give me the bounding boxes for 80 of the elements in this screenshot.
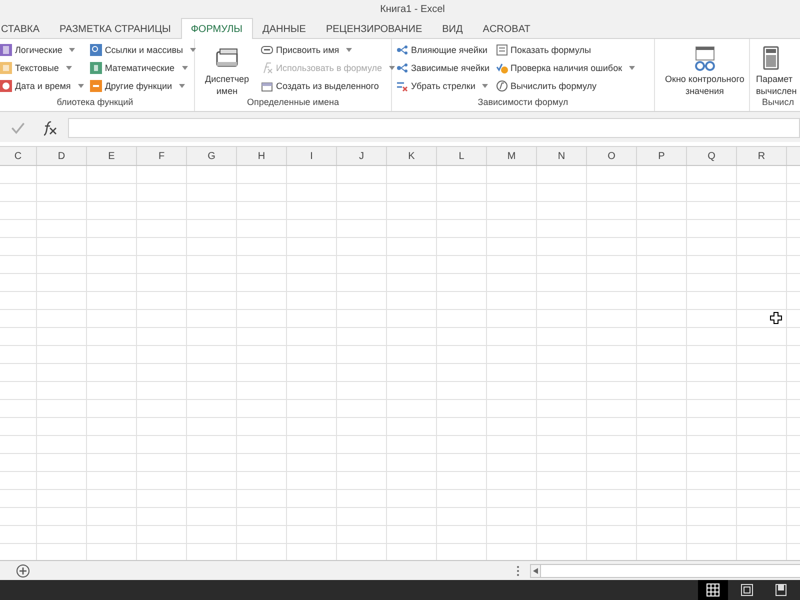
column-header[interactable]: Q (687, 147, 737, 165)
caret-icon (69, 48, 76, 52)
scroll-left-button[interactable] (531, 564, 541, 576)
left-arrow-icon (533, 568, 538, 574)
caret-icon (179, 84, 186, 88)
ribbon-button[interactable]: Убрать стрелки (396, 78, 490, 94)
grid-icon (706, 583, 720, 597)
add-sheet-button[interactable] (16, 564, 30, 578)
cross-cursor-icon (770, 312, 782, 324)
column-header[interactable]: L (437, 147, 487, 165)
ribbon-button[interactable]: Парамет вычислен (756, 42, 800, 97)
ribbon-button[interactable]: Зависимые ячейки (396, 60, 490, 76)
magnifier-icon (90, 44, 102, 56)
ribbon-tab[interactable]: РАЗМЕТКА СТРАНИЦЫ (50, 18, 181, 39)
fx-icon (261, 62, 274, 74)
ribbon-button[interactable]: Создать из выделенного (261, 78, 395, 94)
check-icon (10, 120, 26, 134)
caret-icon (389, 66, 395, 70)
normal-view-button[interactable] (698, 580, 728, 600)
column-header[interactable]: M (487, 147, 537, 165)
group-label: блиотека функций (56, 97, 134, 109)
column-header[interactable]: I (287, 147, 337, 165)
table-icon (261, 80, 274, 92)
caret-icon (629, 66, 636, 70)
formula-input[interactable] (68, 118, 800, 138)
column-header[interactable]: H (237, 147, 287, 165)
column-header[interactable]: K (387, 147, 437, 165)
ribbon-button[interactable]: Логические (0, 42, 84, 58)
column-header[interactable]: O (587, 147, 637, 165)
page-icon (740, 583, 754, 597)
column-header[interactable]: C (0, 147, 37, 165)
column-header[interactable]: G (187, 147, 237, 165)
caret-icon (182, 66, 188, 70)
column-header[interactable]: R (737, 147, 787, 165)
plus-icon (16, 564, 30, 578)
column-header[interactable]: P (637, 147, 687, 165)
ribbon-button[interactable]: Показать формулы (496, 42, 636, 58)
sheet-icon (496, 44, 508, 56)
ribbon-button[interactable]: Ссылки и массивы (90, 42, 196, 58)
error-check-icon (496, 62, 508, 74)
group-label: Зависимости формул (476, 97, 570, 109)
ribbon-tab[interactable]: ФОРМУЛЫ (180, 18, 253, 39)
ribbon-button[interactable]: Диспетчер имен (199, 42, 256, 97)
caret-icon (482, 84, 488, 88)
ribbon-button[interactable]: Проверка наличия ошибок (496, 60, 636, 76)
ribbon-button[interactable]: Математические (90, 60, 196, 76)
column-header[interactable]: N (537, 147, 587, 165)
ribbon-button[interactable]: Присвоить имя (261, 42, 395, 58)
ribbon-button[interactable]: Дата и время (0, 78, 84, 94)
caret-icon (190, 48, 196, 52)
window-title: Книга1 - Excel (379, 4, 445, 14)
trace-icon (396, 62, 408, 74)
math-icon (90, 62, 102, 74)
ribbon-tab[interactable]: ДАННЫЕ (252, 18, 316, 39)
caret-icon (66, 66, 72, 70)
ribbon-tab[interactable]: СТАВКА (0, 18, 50, 39)
group-label: Вычисл (761, 97, 795, 109)
ribbon-button[interactable]: Окно контрольного значения (659, 42, 750, 97)
page-break-icon (774, 583, 788, 597)
trace-icon (396, 44, 408, 56)
group-label: Определенные имена (246, 97, 340, 109)
remove-arrows-icon (396, 80, 408, 92)
ribbon-button[interactable]: Текстовые (0, 60, 84, 76)
ribbon-tab[interactable]: РЕЦЕНЗИРОВАНИЕ (316, 18, 432, 39)
horizontal-scrollbar[interactable] (530, 564, 800, 578)
caret-icon (346, 48, 352, 52)
column-header[interactable]: D (37, 147, 87, 165)
column-header[interactable]: E (87, 147, 137, 165)
splitter-icon (516, 564, 520, 576)
ribbon-button[interactable]: Другие функции (90, 78, 196, 94)
column-header[interactable]: F (137, 147, 187, 165)
ribbon-tab[interactable]: ВИД (432, 18, 473, 39)
ribbon-tab[interactable]: ACROBAT (472, 18, 540, 39)
column-header[interactable]: J (337, 147, 387, 165)
ribbon-button[interactable]: Влияющие ячейки (396, 42, 490, 58)
functions-icon (90, 80, 102, 92)
evaluate-icon (496, 80, 508, 92)
caret-icon (78, 84, 84, 88)
tag-icon (261, 44, 274, 56)
ribbon-button[interactable]: Вычислить формулу (496, 78, 636, 94)
